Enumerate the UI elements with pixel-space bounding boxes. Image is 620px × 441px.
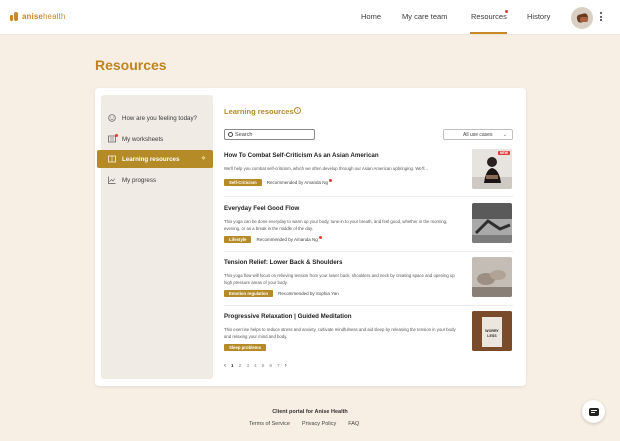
sidebar-item-feeling[interactable]: How are you feeling today? bbox=[101, 109, 213, 127]
notification-dot bbox=[318, 236, 322, 239]
chevron-down-icon: ⌄ bbox=[502, 132, 507, 138]
page-3[interactable]: 3 bbox=[246, 364, 249, 369]
privacy-link[interactable]: Privacy Policy bbox=[302, 421, 336, 427]
item-meta: Lifestyle Recommended by Amanda Ng bbox=[224, 236, 322, 243]
item-title[interactable]: How To Combat Self-Criticism As an Asian… bbox=[224, 152, 379, 159]
sidebar: How are you feeling today? My worksheets… bbox=[97, 95, 213, 379]
info-icon[interactable]: i bbox=[294, 107, 301, 114]
avatar-image bbox=[580, 17, 588, 22]
item-title[interactable]: Everyday Feel Good Flow bbox=[224, 205, 299, 212]
item-title[interactable]: Progressive Relaxation | Guided Meditati… bbox=[224, 313, 352, 320]
logo-text: anisehealth bbox=[22, 12, 66, 21]
page-5[interactable]: 5 bbox=[262, 364, 265, 369]
more-menu-icon[interactable] bbox=[600, 12, 603, 23]
sidebar-item-learning-resources[interactable]: Learning resources ✧ bbox=[97, 150, 213, 168]
search-icon bbox=[228, 132, 233, 137]
list-item[interactable]: How To Combat Self-Criticism As an Asian… bbox=[224, 149, 513, 198]
category-tag[interactable]: Self-Criticism bbox=[224, 179, 262, 186]
sidebar-item-label: How are you feeling today? bbox=[122, 114, 197, 122]
notification-dot bbox=[115, 134, 118, 137]
sidebar-item-progress[interactable]: My progress bbox=[101, 171, 213, 189]
item-title[interactable]: Tension Relief: Lower Back & Shoulders bbox=[224, 259, 343, 266]
pagination: ‹ 1 2 3 4 5 6 7 › bbox=[224, 363, 287, 369]
search-input[interactable]: Search bbox=[224, 129, 315, 140]
new-badge: NEW bbox=[497, 151, 510, 155]
item-thumbnail[interactable] bbox=[472, 257, 512, 297]
category-tag[interactable]: Emotion regulation bbox=[224, 290, 274, 297]
nav-care-team[interactable]: My care team bbox=[402, 12, 447, 21]
footer-links: Terms of Service Privacy Policy FAQ bbox=[249, 421, 359, 427]
next-page-button[interactable]: › bbox=[285, 363, 287, 369]
divider bbox=[224, 305, 513, 306]
chat-icon bbox=[588, 407, 599, 416]
top-bar: anisehealth Home My care team Resources … bbox=[0, 0, 620, 35]
footer-title: Client portal for Anise Health bbox=[272, 409, 348, 415]
page-2[interactable]: 2 bbox=[239, 364, 242, 369]
sidebar-item-worksheets[interactable]: My worksheets bbox=[101, 130, 213, 148]
category-tag[interactable]: Lifestyle bbox=[224, 236, 252, 243]
section-title: Learning resources bbox=[224, 107, 294, 116]
active-nav-underline bbox=[470, 32, 507, 34]
avatar[interactable] bbox=[571, 7, 593, 29]
nav-resources[interactable]: Resources bbox=[471, 12, 507, 21]
page-4[interactable]: 4 bbox=[254, 364, 257, 369]
item-description: This yoga flow will focus on relieving t… bbox=[224, 273, 455, 285]
page-7[interactable]: 7 bbox=[277, 364, 280, 369]
item-meta: Emotion regulation Recommended by Sophia… bbox=[224, 290, 339, 297]
nav-home[interactable]: Home bbox=[361, 12, 381, 21]
list-item[interactable]: Everyday Feel Good Flow This yoga can be… bbox=[224, 203, 513, 251]
select-value: All use cases bbox=[463, 132, 493, 138]
page-title: Resources bbox=[95, 57, 167, 73]
page-1[interactable]: 1 bbox=[231, 364, 234, 369]
item-meta: Sleep problems bbox=[224, 344, 266, 351]
terms-link[interactable]: Terms of Service bbox=[249, 421, 290, 427]
item-meta: Self-Criticism Recommended by Amanda Ng bbox=[224, 179, 332, 186]
item-thumbnail[interactable] bbox=[472, 203, 512, 243]
list-item[interactable]: Progressive Relaxation | Guided Meditati… bbox=[224, 311, 513, 359]
item-description: This exercise helps to reduce stress and… bbox=[224, 327, 456, 339]
list-item[interactable]: Tension Relief: Lower Back & Shoulders T… bbox=[224, 257, 513, 305]
logo-mark bbox=[14, 12, 18, 21]
search-placeholder: Search bbox=[235, 132, 253, 138]
recommended-by: Recommended by Amanda Ng bbox=[267, 179, 332, 185]
prev-page-button[interactable]: ‹ bbox=[224, 363, 226, 369]
resources-card: How are you feeling today? My worksheets… bbox=[95, 88, 526, 386]
smiley-icon bbox=[108, 114, 116, 122]
divider bbox=[224, 196, 513, 197]
item-description: We'll help you combat self-criticism, wh… bbox=[224, 166, 429, 171]
thumbnail-caption: WORRY LESS bbox=[485, 329, 499, 338]
item-description: This yoga can be done everyday to warm u… bbox=[224, 219, 448, 231]
page-6[interactable]: 6 bbox=[269, 364, 272, 369]
sidebar-item-label: Learning resources bbox=[122, 155, 180, 163]
sidebar-item-label: My worksheets bbox=[122, 135, 164, 143]
sidebar-item-label: My progress bbox=[122, 176, 157, 184]
book-icon bbox=[108, 155, 116, 163]
item-thumbnail[interactable]: WORRY LESS bbox=[472, 311, 512, 351]
recommended-by: Recommended by Amanda Ng bbox=[256, 236, 322, 242]
chart-icon bbox=[108, 176, 116, 184]
notification-dot bbox=[329, 179, 332, 182]
faq-link[interactable]: FAQ bbox=[348, 421, 359, 427]
logo-mark bbox=[10, 15, 13, 21]
pin-icon[interactable]: ✧ bbox=[201, 155, 206, 162]
nav-history[interactable]: History bbox=[527, 12, 550, 21]
chat-button[interactable] bbox=[582, 400, 605, 423]
recommended-by: Recommended by Sophia Yan bbox=[278, 291, 339, 296]
item-thumbnail[interactable]: NEW bbox=[472, 149, 512, 189]
divider bbox=[224, 251, 513, 252]
use-case-select[interactable]: All use cases ⌄ bbox=[443, 129, 513, 140]
notification-dot bbox=[505, 10, 508, 13]
brand-logo[interactable]: anisehealth bbox=[10, 12, 65, 21]
category-tag[interactable]: Sleep problems bbox=[224, 344, 266, 351]
